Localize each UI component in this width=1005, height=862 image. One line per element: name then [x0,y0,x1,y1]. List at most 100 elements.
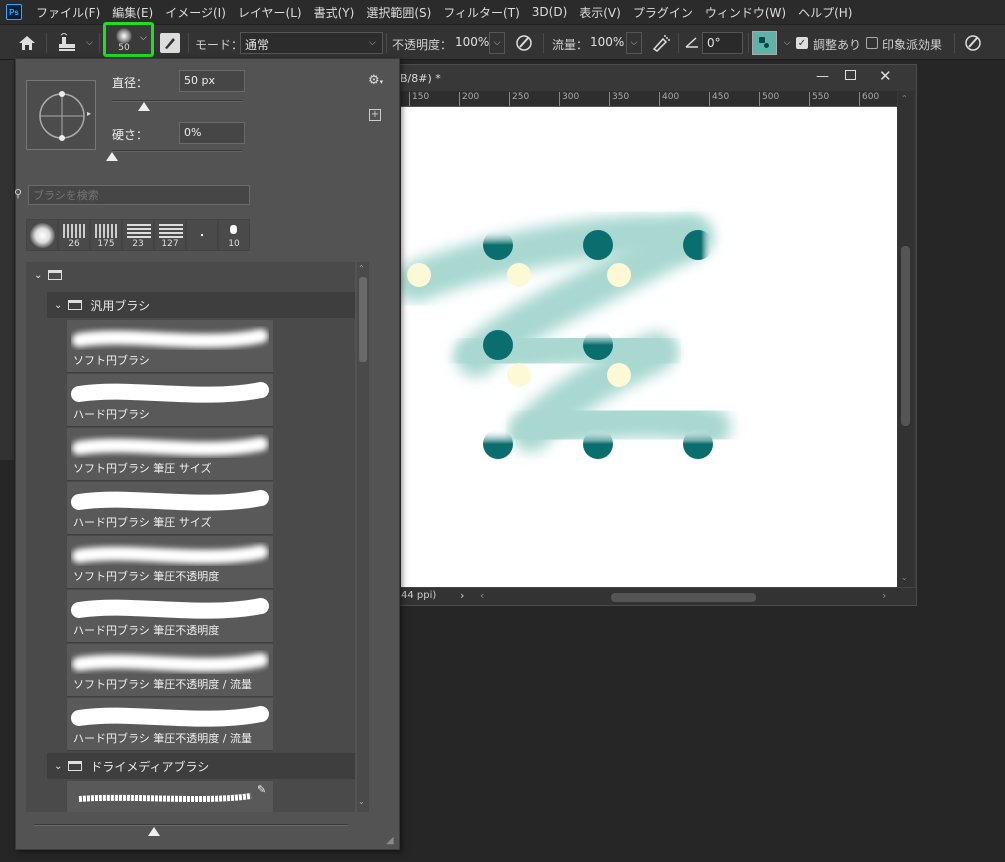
menu-file[interactable]: ファイル(F) [30,4,106,21]
tool-preset-chevron-icon[interactable]: ⌵ [86,38,93,48]
menu-type[interactable]: 書式(Y) [308,4,361,21]
brush-item[interactable] [67,781,273,812]
flow-input[interactable]: 100% [586,32,626,54]
vertical-scroll-thumb[interactable] [901,246,910,426]
recent-brush-175[interactable]: 175 [90,219,122,251]
hardness-input[interactable]: 0% [179,122,245,144]
brush-item[interactable]: ハード円ブラシ 筆圧不透明度 [67,590,273,643]
brush-preset-panel: ▸ 直径： 50 px 硬さ： 0% ⚙▾ + ⚲ 26 175 23 127 … [14,58,400,850]
recent-brush-127[interactable]: 127 [154,219,186,251]
maximize-icon[interactable] [845,70,856,80]
ruler-tick-label: 300 [559,92,579,106]
folder-icon [68,761,83,771]
menu-plugins[interactable]: プラグイン [627,4,699,21]
scroll-up-icon[interactable]: ⌃ [358,264,365,273]
chevron-down-icon: ⌄ [54,299,63,311]
group-dry-label: ドライメディアブラシ [90,759,210,774]
toolbar-strip [0,60,14,460]
canvas[interactable] [401,107,897,587]
brush-item[interactable]: ソフト円ブラシ [67,320,273,373]
angle-input[interactable]: 0° [702,32,743,54]
ruler-tick-label: 200 [459,92,479,106]
menu-layer[interactable]: レイヤー(L) [232,4,308,21]
status-expand-icon[interactable]: › [460,589,464,602]
clone-stamp-tool-icon[interactable] [56,31,82,55]
airbrush-icon[interactable] [649,33,673,53]
brush-item[interactable]: ハード円ブラシ [67,374,273,427]
brush-list-scroll-thumb[interactable] [359,277,367,362]
close-icon[interactable]: ✕ [879,67,892,85]
hard-stroke-preview [71,382,269,403]
menu-help[interactable]: ヘルプ(H) [792,4,858,21]
brush-picker-chevron-icon: ⌵ [140,33,147,43]
menu-image[interactable]: イメージ(I) [159,4,232,21]
hard-stroke-preview [71,706,269,727]
resize-grip-icon[interactable]: ◢ [386,835,394,846]
diameter-input[interactable]: 50 px [179,70,245,92]
root-folder-group[interactable]: ⌄ [26,262,355,288]
scroll-down-icon[interactable]: ⌄ [358,797,365,806]
opacity-dropdown-icon[interactable]: ⌵ [489,32,505,54]
document-title-bar: B/8#) * — ✕ [396,65,916,91]
recent-brushes: 26 175 23 127 10 [26,219,253,251]
menu-edit[interactable]: 編集(E) [106,4,159,21]
brush-preset-picker[interactable]: 50 ⌵ [103,22,154,57]
group-general-brushes[interactable]: ⌄ 汎用ブラシ [47,292,355,318]
painting [401,215,731,459]
minimize-icon[interactable]: — [816,69,829,84]
adjust-checkbox[interactable]: ✓ [796,37,808,49]
vertical-scrollbar[interactable]: ⌃ ⌄ [898,91,914,587]
hardness-slider-thumb[interactable] [106,152,118,161]
hardness-slider-track[interactable] [112,150,242,152]
brush-angle-preview[interactable] [26,80,96,150]
brush-item[interactable]: ハード円ブラシ 筆圧不透明度 / 流量 [67,698,273,751]
brush-tool-icon: ✎ [257,783,267,796]
scroll-left-icon[interactable]: ‹ [480,589,484,602]
opacity-label: 不透明度： [392,38,453,52]
menu-bar: Ps ファイル(F) 編集(E) イメージ(I) レイヤー(L) 書式(Y) 選… [0,0,1005,24]
recent-brush-dot[interactable] [186,219,218,251]
scroll-up-icon[interactable]: ⌃ [901,94,908,103]
brush-strokes [401,215,731,452]
brush-list-scrollbar[interactable]: ⌃ ⌄ [357,262,369,812]
brush-item[interactable]: ハード円ブラシ 筆圧 サイズ [67,482,273,535]
mode-select[interactable]: 通常 [240,32,383,54]
smoothing-swatch-icon[interactable] [752,31,777,55]
pressure-opacity-icon[interactable] [513,33,535,53]
recent-brush-10[interactable]: 10 [218,219,250,251]
menu-window[interactable]: ウィンドウ(W) [699,4,792,21]
diameter-slider-thumb[interactable] [138,102,150,111]
brush-settings-panel-icon[interactable] [160,33,180,53]
brush-search-field[interactable]: ⚲ [14,185,250,205]
preview-size-slider-thumb[interactable] [148,827,160,836]
opacity-input[interactable]: 100% [451,32,489,54]
home-icon[interactable] [16,33,38,53]
horizontal-scroll-thumb[interactable] [611,593,756,602]
hardness-label: 硬さ： [112,128,149,142]
diameter-slider-track[interactable] [112,100,242,102]
recent-brush-23[interactable]: 23 [122,219,154,251]
brush-item[interactable]: ソフト円ブラシ 筆圧 サイズ [67,428,273,481]
impressionist-checkbox[interactable] [866,37,878,49]
pressure-size-icon[interactable] [962,33,984,53]
menu-filter[interactable]: フィルター(T) [437,4,525,21]
menu-view[interactable]: 表示(V) [573,4,627,21]
new-preset-icon[interactable]: + [369,109,381,121]
recent-brush-26[interactable]: 26 [58,219,90,251]
scroll-right-icon[interactable]: › [882,589,886,602]
swatch-dropdown-icon[interactable]: ⌵ [779,32,795,54]
chevron-down-icon: ⌄ [54,760,63,772]
menu-select[interactable]: 選択範囲(S) [360,4,437,21]
recent-brush-soft[interactable] [26,219,58,251]
brush-item[interactable]: ソフト円ブラシ 筆圧不透明度 / 流量 [67,644,273,697]
menu-3d[interactable]: 3D(D) [526,5,573,19]
flow-dropdown-icon[interactable]: ⌵ [626,32,642,54]
preview-size-slider-track[interactable] [34,824,348,826]
brush-name: ハード円ブラシ 筆圧不透明度 / 流量 [73,732,252,745]
scroll-down-icon[interactable]: ⌄ [901,573,908,582]
brush-item[interactable]: ソフト円ブラシ 筆圧不透明度 [67,536,273,589]
gear-icon[interactable]: ⚙▾ [368,73,383,88]
search-icon: ⚲ [14,187,23,200]
brush-search-input[interactable] [29,186,249,204]
group-dry-media-brushes[interactable]: ⌄ ドライメディアブラシ [47,753,355,779]
